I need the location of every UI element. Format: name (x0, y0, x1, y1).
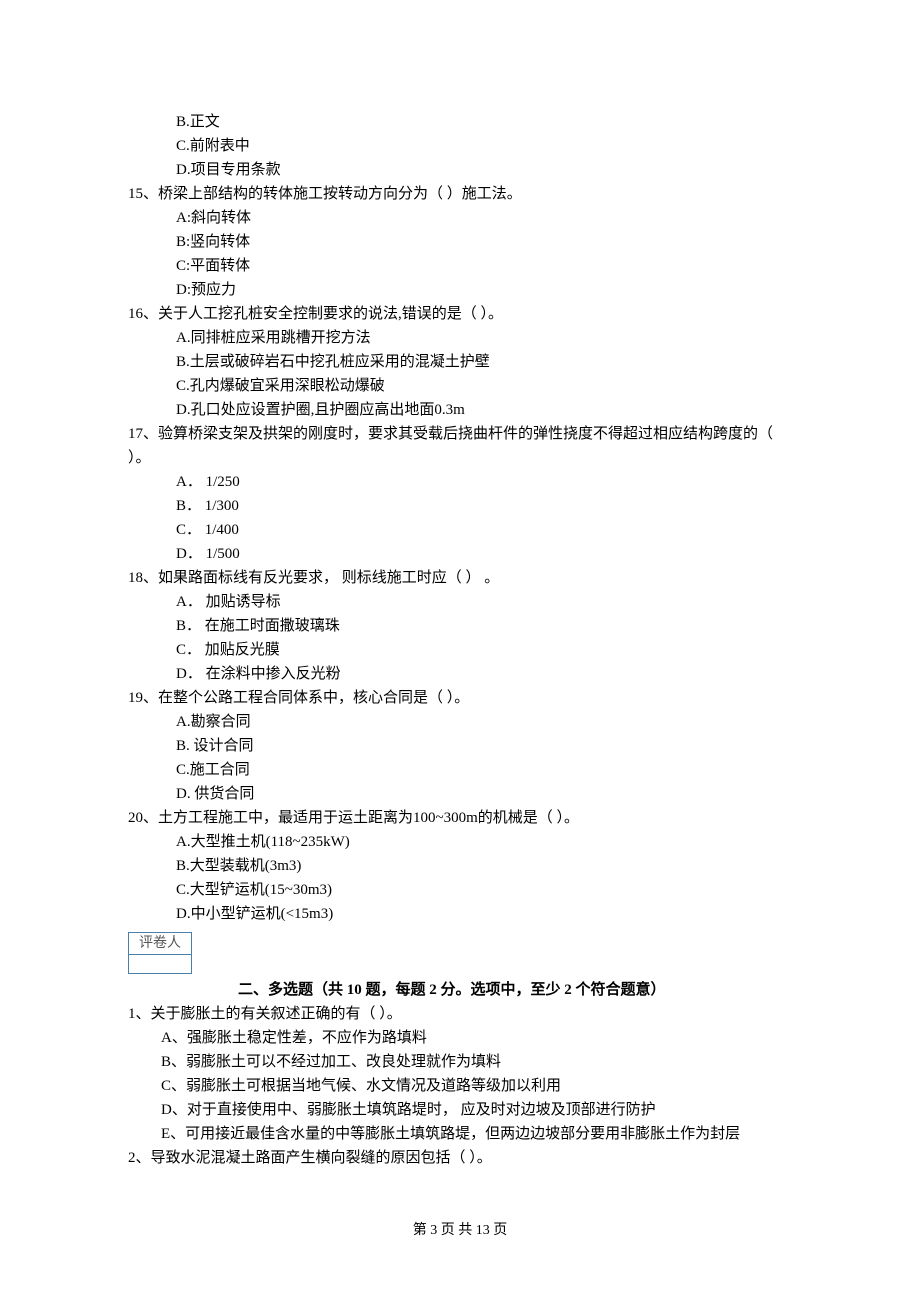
q20-opt-c: C.大型铲运机(15~30m3) (128, 878, 792, 902)
section2-title: 二、多选题（共 10 题，每题 2 分。选项中，至少 2 个符合题意） (238, 982, 666, 998)
q16-stem: 16、关于人工挖孔桩安全控制要求的说法,错误的是（ ）。 (128, 302, 792, 326)
q16-opt-b: B.土层或破碎岩石中挖孔桩应采用的混凝土护壁 (128, 350, 792, 374)
s2q1-opt-b: B、弱膨胀土可以不经过加工、改良处理就作为填料 (128, 1050, 792, 1074)
q18-opt-a: A． 加贴诱导标 (128, 590, 792, 614)
q18-opt-b: B． 在施工时面撒玻璃珠 (128, 614, 792, 638)
q17-opt-a: A． 1/250 (128, 470, 792, 494)
q17-opt-c: C． 1/400 (128, 518, 792, 542)
q16-opt-c: C.孔内爆破宜采用深眼松动爆破 (128, 374, 792, 398)
page-footer: 第 3 页 共 13 页 (128, 1220, 792, 1242)
q20-opt-d: D.中小型铲运机(<15m3) (128, 902, 792, 926)
q16-opt-a: A.同排桩应采用跳槽开挖方法 (128, 326, 792, 350)
q15-opt-d: D:预应力 (128, 278, 792, 302)
section-header: 评卷人 二、多选题（共 10 题，每题 2 分。选项中，至少 2 个符合题意） (128, 932, 792, 1002)
s2q1-opt-a: A、强膨胀土稳定性差，不应作为路填料 (128, 1026, 792, 1050)
q18-stem: 18、如果路面标线有反光要求， 则标线施工时应（ ） 。 (128, 566, 792, 590)
s2q1-stem: 1、关于膨胀土的有关叙述正确的有（ ）。 (128, 1002, 792, 1026)
q17-stem: 17、验算桥梁支架及拱架的刚度时，要求其受载后挠曲杆件的弹性挠度不得超过相应结构… (128, 422, 792, 470)
q19-opt-a: A.勘察合同 (128, 710, 792, 734)
s2q1-opt-c: C、弱膨胀土可根据当地气候、水文情况及道路等级加以利用 (128, 1074, 792, 1098)
option-d: D.项目专用条款 (128, 158, 792, 182)
option-d-text: D.项目专用条款 (176, 162, 281, 178)
q15-opt-a: A:斜向转体 (128, 206, 792, 230)
grader-label: 评卷人 (129, 933, 191, 955)
q20-stem: 20、土方工程施工中，最适用于运土距离为100~300m的机械是（ ）。 (128, 806, 792, 830)
q18-opt-d: D． 在涂料中掺入反光粉 (128, 662, 792, 686)
q16-opt-d: D.孔口处应设置护圈,且护圈应高出地面0.3m (128, 398, 792, 422)
q20-opt-b: B.大型装载机(3m3) (128, 854, 792, 878)
grader-blank (129, 955, 191, 973)
q20-opt-a: A.大型推土机(118~235kW) (128, 830, 792, 854)
s2q1-opt-d: D、对于直接使用中、弱膨胀土填筑路堤时， 应及时对边坡及顶部进行防护 (128, 1098, 792, 1122)
q19-stem: 19、在整个公路工程合同体系中，核心合同是（ ）。 (128, 686, 792, 710)
q17-opt-b: B． 1/300 (128, 494, 792, 518)
q18-opt-c: C． 加贴反光膜 (128, 638, 792, 662)
grader-box: 评卷人 (128, 932, 192, 974)
option-c-text: C.前附表中 (176, 138, 250, 154)
q17-opt-d: D． 1/500 (128, 542, 792, 566)
option-b: B.正文 (128, 110, 792, 134)
q19-opt-b: B. 设计合同 (128, 734, 792, 758)
q15-stem: 15、桥梁上部结构的转体施工按转动方向分为（ ）施工法。 (128, 182, 792, 206)
q19-opt-c: C.施工合同 (128, 758, 792, 782)
option-b-text: B.正文 (176, 114, 220, 130)
option-c: C.前附表中 (128, 134, 792, 158)
q15-opt-b: B:竖向转体 (128, 230, 792, 254)
q19-opt-d: D. 供货合同 (128, 782, 792, 806)
s2q2-stem: 2、导致水泥混凝土路面产生横向裂缝的原因包括（ ）。 (128, 1146, 792, 1170)
q15-opt-c: C:平面转体 (128, 254, 792, 278)
s2q1-opt-e: E、可用接近最佳含水量的中等膨胀土填筑路堤，但两边边坡部分要用非膨胀土作为封层 (128, 1122, 792, 1146)
